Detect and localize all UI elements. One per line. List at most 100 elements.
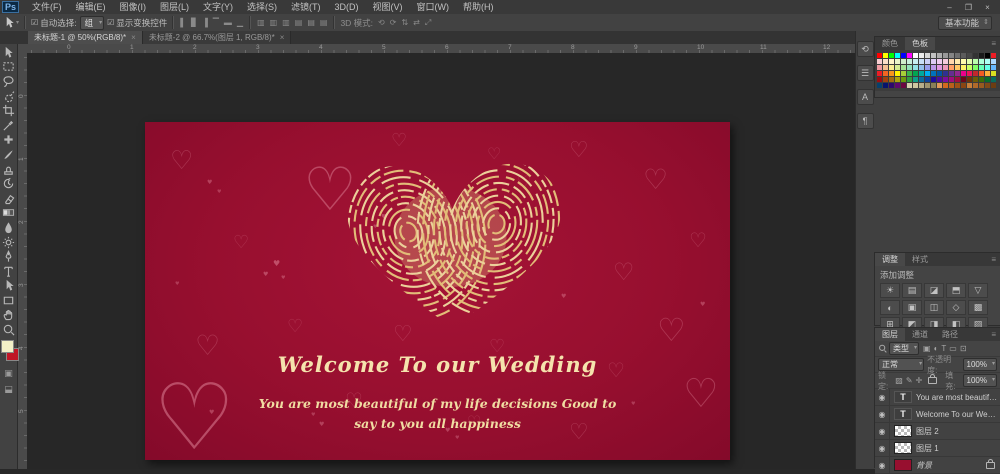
- color-swatch[interactable]: [985, 83, 990, 88]
- color-swatch[interactable]: [961, 83, 966, 88]
- distribute-left-button[interactable]: ▤: [294, 15, 304, 30]
- adjustments-menu-icon[interactable]: ≡: [991, 253, 1000, 266]
- color-swatch[interactable]: [889, 77, 894, 82]
- color-swatch[interactable]: [985, 53, 990, 58]
- color-swatch[interactable]: [937, 65, 942, 70]
- color-swatch[interactable]: [895, 59, 900, 64]
- tab-close-icon[interactable]: ×: [131, 31, 136, 44]
- color-swatch[interactable]: [979, 59, 984, 64]
- color-swatch[interactable]: [901, 65, 906, 70]
- color-swatch[interactable]: [901, 83, 906, 88]
- align-top-edges-button[interactable]: ▔: [212, 15, 220, 30]
- menu-item-3[interactable]: 图层(L): [153, 0, 196, 14]
- color-swatch[interactable]: [979, 65, 984, 70]
- color-swatch[interactable]: [883, 83, 888, 88]
- color-swatch[interactable]: [937, 83, 942, 88]
- color-swatch[interactable]: [877, 53, 882, 58]
- menu-item-10[interactable]: 帮助(H): [456, 0, 501, 14]
- color-swatch[interactable]: [961, 71, 966, 76]
- visibility-eye-icon[interactable]: ◉: [875, 440, 890, 456]
- color-swatch[interactable]: [883, 71, 888, 76]
- color-swatch[interactable]: [961, 53, 966, 58]
- color-swatch[interactable]: [973, 65, 978, 70]
- layers-tab-图层[interactable]: 图层: [875, 328, 905, 341]
- clone-stamp-tool[interactable]: [1, 162, 17, 177]
- color-swatch[interactable]: [955, 65, 960, 70]
- document-tab-2[interactable]: 未标题-2 @ 66.7%(图层 1, RGB/8)*×: [143, 31, 292, 44]
- filter-adjustment-button[interactable]: ◐: [934, 344, 939, 353]
- photo-filter-adjustment-button[interactable]: ◇: [946, 300, 966, 315]
- color-swatch[interactable]: [991, 65, 996, 70]
- color-swatch[interactable]: [877, 83, 882, 88]
- color-swatch[interactable]: [967, 77, 972, 82]
- 3d-drag-button[interactable]: ⇅: [400, 15, 409, 30]
- color-swatch[interactable]: [907, 59, 912, 64]
- lasso-tool[interactable]: [1, 74, 17, 89]
- distribute-h-center-button[interactable]: ▤: [306, 15, 316, 30]
- align-vertical-centers-button[interactable]: ▬: [223, 15, 233, 30]
- layer-row--1[interactable]: ◉图层 1: [875, 440, 1000, 457]
- color-swatch[interactable]: [883, 77, 888, 82]
- color-swatch[interactable]: [913, 59, 918, 64]
- menu-item-5[interactable]: 选择(S): [240, 0, 284, 14]
- menu-item-0[interactable]: 文件(F): [25, 0, 69, 14]
- color-swatch[interactable]: [949, 83, 954, 88]
- color-swatch[interactable]: [895, 53, 900, 58]
- color-swatch[interactable]: [901, 59, 906, 64]
- blur-tool[interactable]: [1, 220, 17, 235]
- color-swatch[interactable]: [877, 59, 882, 64]
- color-swatch[interactable]: [925, 59, 930, 64]
- brush-tool[interactable]: [1, 147, 17, 162]
- color-swatch[interactable]: [937, 59, 942, 64]
- levels-adjustment-button[interactable]: ▤: [902, 283, 922, 298]
- color-swatch[interactable]: [985, 65, 990, 70]
- color-swatch[interactable]: [919, 83, 924, 88]
- close-button[interactable]: ×: [979, 2, 996, 13]
- zoom-tool[interactable]: [1, 322, 17, 337]
- color-swatch[interactable]: [979, 77, 984, 82]
- lock-transparent-button[interactable]: ▨: [895, 376, 903, 385]
- hue-saturation-adjustment-button[interactable]: ◐: [880, 300, 900, 315]
- color-swatch[interactable]: [907, 65, 912, 70]
- color-swatch[interactable]: [907, 83, 912, 88]
- color-swatch[interactable]: [961, 65, 966, 70]
- rectangle-tool[interactable]: [1, 293, 17, 308]
- color-swatch[interactable]: [931, 71, 936, 76]
- color-swatch[interactable]: [973, 83, 978, 88]
- color-swatch[interactable]: [991, 77, 996, 82]
- filter-shape-button[interactable]: ▭: [949, 344, 957, 353]
- menu-item-7[interactable]: 3D(D): [328, 0, 366, 14]
- color-swatch[interactable]: [895, 65, 900, 70]
- document-tab-1[interactable]: 未标题-1 @ 50%(RGB/8)*×: [28, 31, 143, 44]
- color-swatch[interactable]: [943, 59, 948, 64]
- menu-item-1[interactable]: 编辑(E): [69, 0, 113, 14]
- layers-tab-通道[interactable]: 通道: [905, 328, 935, 341]
- color-swatch[interactable]: [925, 83, 930, 88]
- color-swatch[interactable]: [883, 59, 888, 64]
- spot-healing-tool[interactable]: [1, 133, 17, 148]
- lock-image-button[interactable]: ✎: [906, 376, 913, 385]
- move-tool[interactable]: [1, 45, 17, 60]
- color-swatch[interactable]: [919, 77, 924, 82]
- gradient-tool[interactable]: [1, 206, 17, 221]
- color-swatch[interactable]: [943, 65, 948, 70]
- tool-preset-picker[interactable]: ▾: [3, 16, 19, 29]
- color-swatch[interactable]: [943, 83, 948, 88]
- color-swatch[interactable]: [985, 59, 990, 64]
- lock-position-button[interactable]: ✛: [916, 376, 923, 385]
- color-swatch[interactable]: [979, 83, 984, 88]
- opacity-value[interactable]: 100%: [963, 358, 997, 371]
- properties-panel-icon[interactable]: ☰: [857, 65, 874, 81]
- menu-item-9[interactable]: 窗口(W): [410, 0, 457, 14]
- eyedropper-tool[interactable]: [1, 118, 17, 133]
- align-right-edges-button[interactable]: ▐: [201, 15, 209, 30]
- layer-row-welcome-to-our-wedding[interactable]: ◉TWelcome To our Wedding: [875, 406, 1000, 423]
- color-swatch[interactable]: [973, 53, 978, 58]
- color-swatch[interactable]: [931, 59, 936, 64]
- crop-tool[interactable]: [1, 103, 17, 118]
- color-swatch[interactable]: [973, 77, 978, 82]
- eraser-tool[interactable]: [1, 191, 17, 206]
- vibrance-adjustment-button[interactable]: ▽: [968, 283, 988, 298]
- minimize-button[interactable]: –: [941, 2, 958, 13]
- color-swatch[interactable]: [919, 65, 924, 70]
